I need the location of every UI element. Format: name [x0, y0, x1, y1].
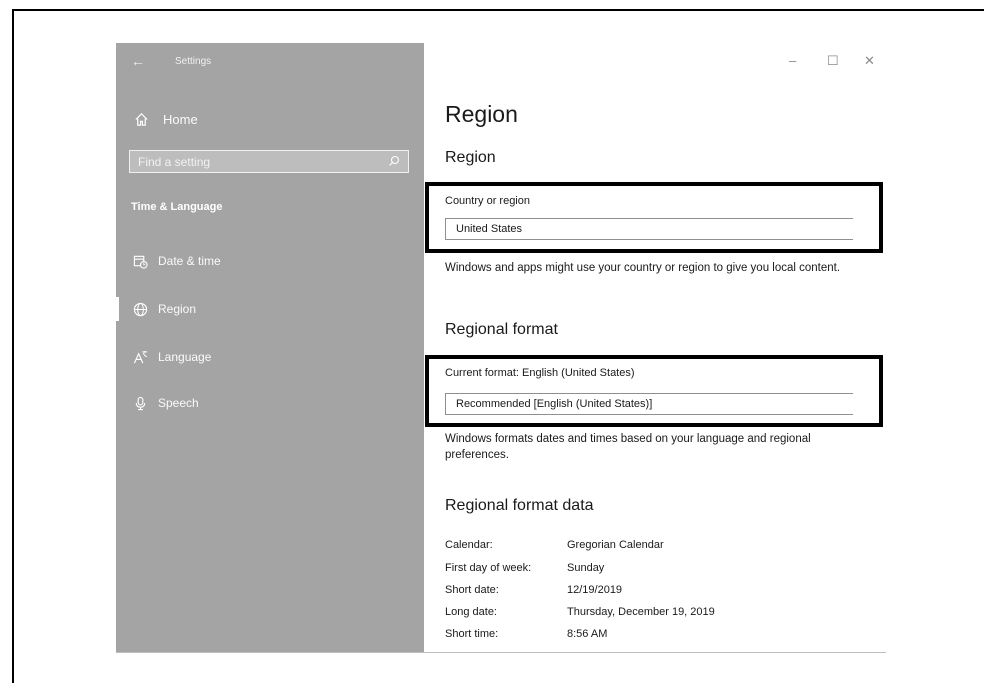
sidebar-item-speech[interactable]: Speech — [116, 391, 424, 415]
maximize-button[interactable]: ☐ — [827, 53, 839, 69]
sidebar-item-region[interactable]: Region — [116, 297, 424, 321]
format-data-value: Thursday, December 19, 2019 — [567, 606, 715, 618]
minimize-button[interactable]: – — [789, 53, 796, 68]
sidebar-section-header: Time & Language — [131, 201, 223, 213]
format-data-key: First day of week: — [445, 562, 532, 574]
language-icon — [133, 350, 148, 363]
frame-border-left — [12, 9, 14, 683]
sidebar-item-label: Region — [158, 302, 197, 316]
country-description: Windows and apps might use your country … — [445, 262, 841, 274]
frame-border-top — [12, 9, 984, 11]
format-data-value: Gregorian Calendar — [567, 539, 664, 551]
page-title: Region — [445, 101, 518, 127]
sidebar: ← Settings Home Time & Language Date & — [116, 43, 424, 653]
home-nav-item[interactable]: Home — [134, 109, 198, 129]
close-button[interactable]: ✕ — [864, 53, 875, 69]
search-input[interactable] — [130, 151, 378, 172]
sidebar-item-label: Language — [158, 350, 212, 364]
home-label: Home — [163, 111, 198, 127]
format-data-key: Long date: — [445, 606, 497, 618]
format-data-key: Calendar: — [445, 539, 493, 551]
country-highlight-box — [425, 182, 883, 253]
regional-format-data-heading: Regional format data — [445, 497, 594, 514]
format-data-value: Sunday — [567, 562, 605, 574]
globe-icon — [133, 302, 148, 316]
microphone-icon — [135, 396, 146, 410]
format-data-value: 12/19/2019 — [567, 584, 623, 596]
format-data-value: 8:56 AM — [567, 628, 608, 640]
calendar-clock-icon — [133, 255, 148, 269]
home-icon — [135, 112, 148, 126]
regional-format-heading: Regional format — [445, 321, 558, 338]
app-title: Settings — [175, 56, 212, 67]
search-box[interactable] — [129, 150, 409, 173]
search-icon[interactable] — [388, 155, 400, 167]
back-arrow-icon[interactable]: ← — [131, 53, 145, 69]
region-heading: Region — [445, 149, 496, 166]
window-bottom-edge — [116, 652, 886, 653]
sidebar-item-label: Speech — [158, 396, 199, 410]
sidebar-item-label: Date & time — [158, 254, 221, 268]
settings-window: ← Settings Home Time & Language Date & — [116, 43, 886, 653]
format-description: Windows formats dates and times based on… — [445, 433, 811, 461]
sidebar-item-date-time[interactable]: Date & time — [116, 249, 424, 273]
format-data-key: Short time: — [445, 628, 499, 640]
format-data-key: Short date: — [445, 584, 499, 596]
active-indicator — [116, 297, 119, 321]
format-highlight-box — [425, 355, 883, 427]
content-pane: – ☐ ✕ Region Region Country or region Un… — [424, 43, 886, 653]
sidebar-item-language[interactable]: Language — [116, 345, 424, 369]
